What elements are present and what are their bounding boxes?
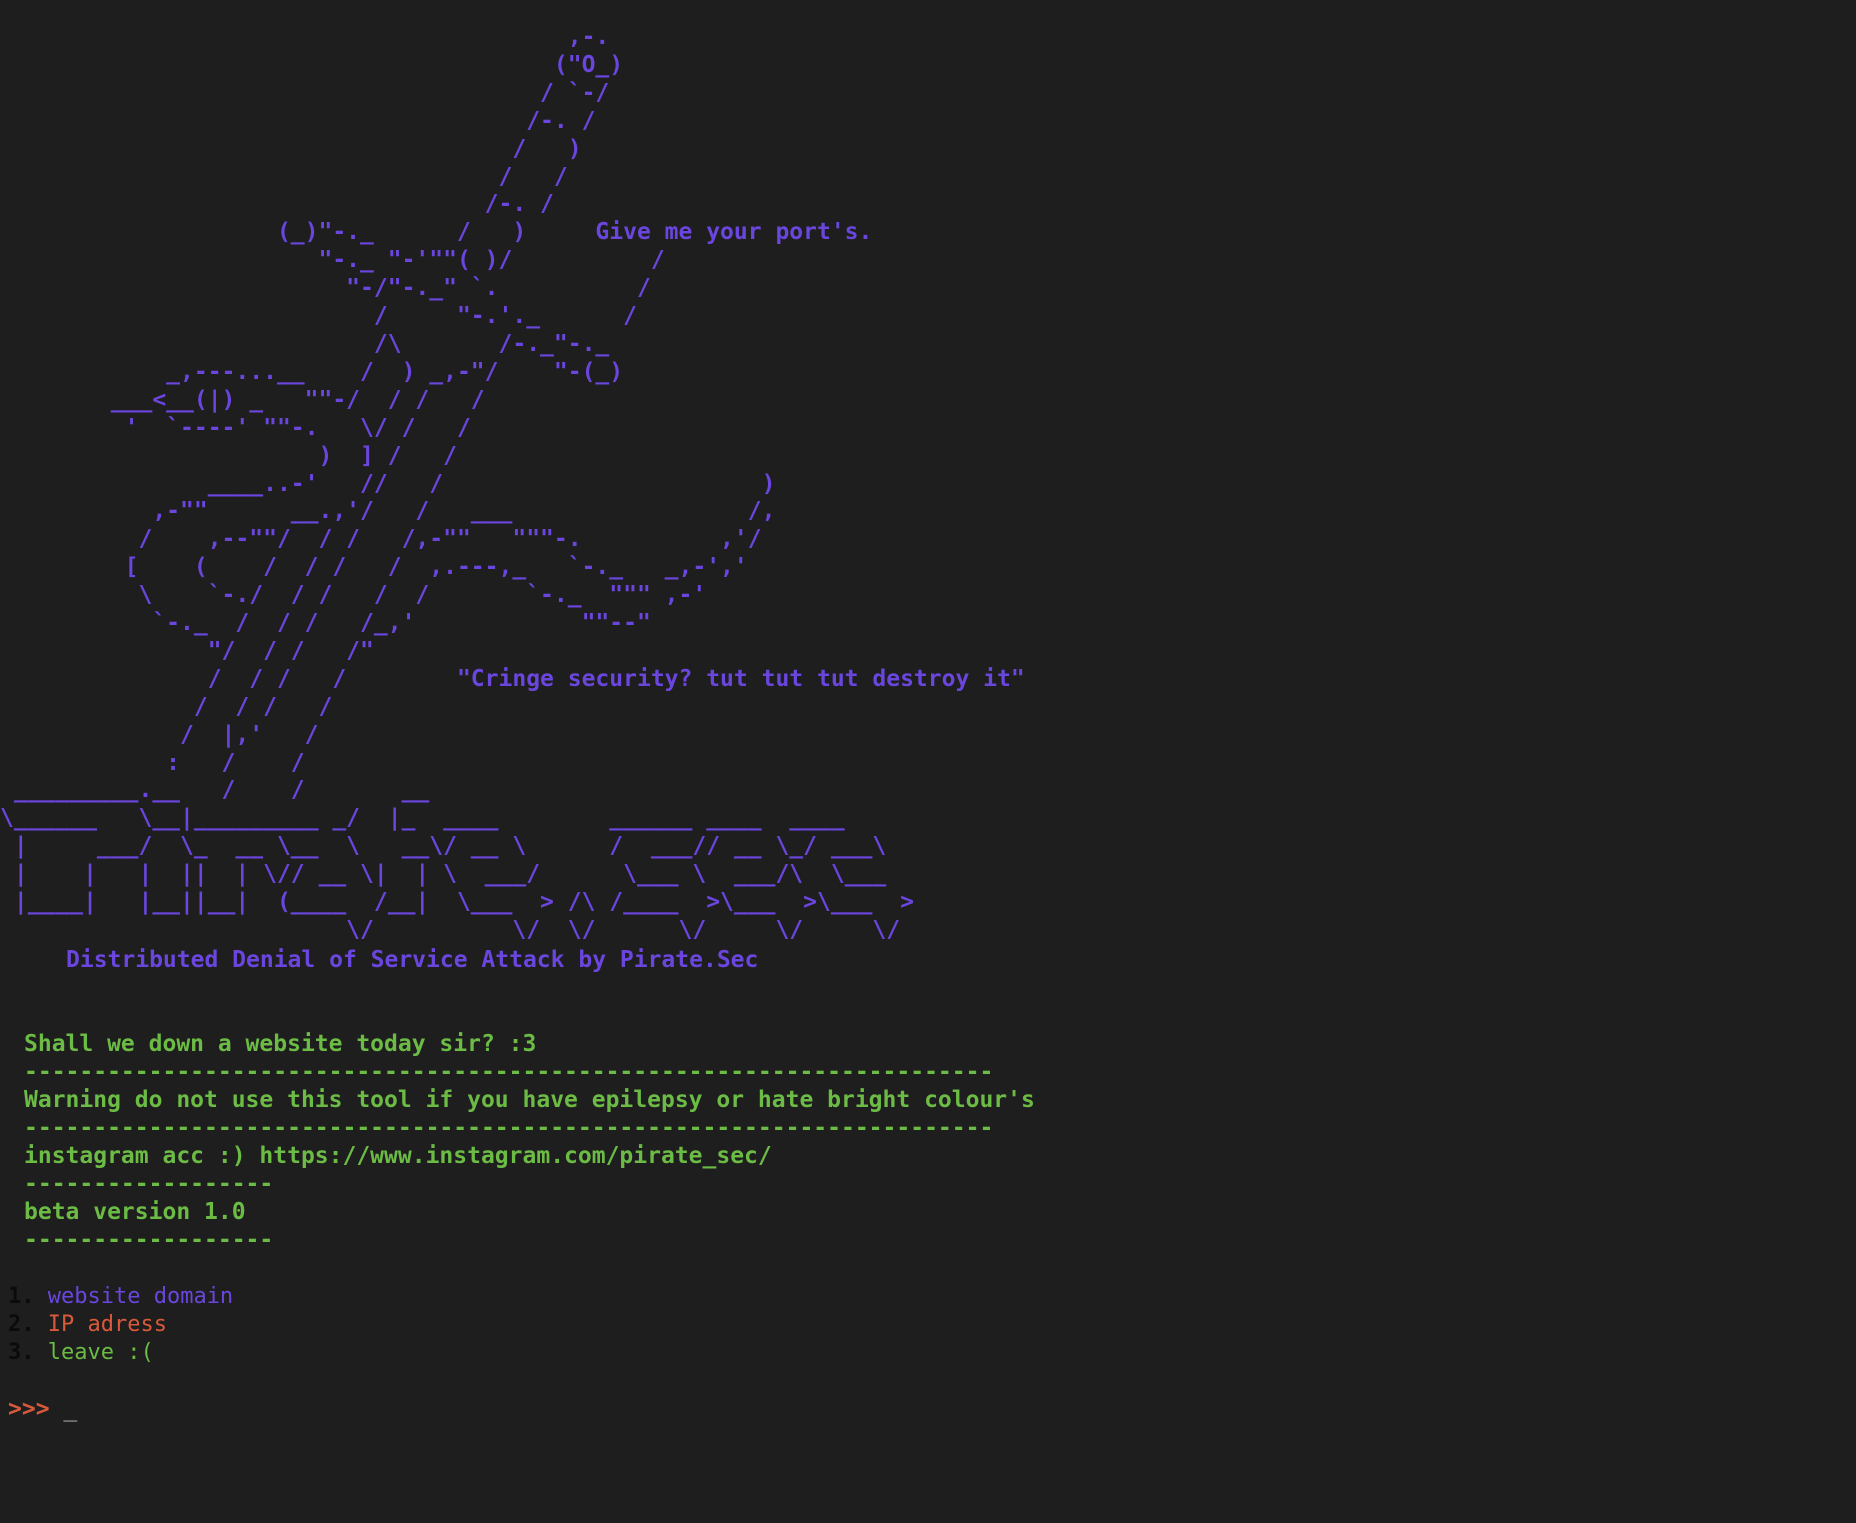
instagram-line: instagram acc :) https://www.instagram.c…: [24, 1143, 772, 1169]
greeting-line: Shall we down a website today sir? :3: [24, 1031, 537, 1057]
divider: ------------------: [24, 1227, 274, 1253]
tagline: Distributed Denial of Service Attack by …: [66, 947, 759, 973]
divider: ----------------------------------------…: [24, 1115, 994, 1141]
option-menu: 1. website domain 2. IP adress 3. leave …: [8, 1283, 233, 1367]
option-number: 1.: [8, 1284, 35, 1309]
version-line: beta version 1.0: [24, 1199, 246, 1225]
menu-option-ip-address: 2. IP adress: [8, 1311, 233, 1339]
option-number: 2.: [8, 1312, 35, 1337]
ascii-art-banner: ,-. ("O_) / `-/ /-. / / ) / / /-. / (_)"…: [0, 24, 1025, 943]
info-block: Shall we down a website today sir? :3 --…: [24, 1030, 1035, 1254]
warning-line: Warning do not use this tool if you have…: [24, 1087, 1035, 1113]
command-prompt[interactable]: >>> _: [8, 1396, 77, 1422]
divider: ------------------: [24, 1171, 274, 1197]
option-label: website domain: [47, 1284, 234, 1309]
divider: ----------------------------------------…: [24, 1059, 994, 1085]
terminal-window: ,-. ("O_) / `-/ /-. / / ) / / /-. / (_)"…: [0, 0, 1856, 1523]
menu-option-leave: 3. leave :(: [8, 1339, 233, 1367]
prompt-symbol: >>>: [8, 1396, 50, 1422]
option-number: 3.: [8, 1340, 35, 1365]
option-label: IP adress: [47, 1312, 167, 1337]
option-label: leave :(: [47, 1340, 154, 1365]
menu-option-website-domain: 1. website domain: [8, 1283, 233, 1311]
text-cursor[interactable]: _: [63, 1396, 77, 1422]
